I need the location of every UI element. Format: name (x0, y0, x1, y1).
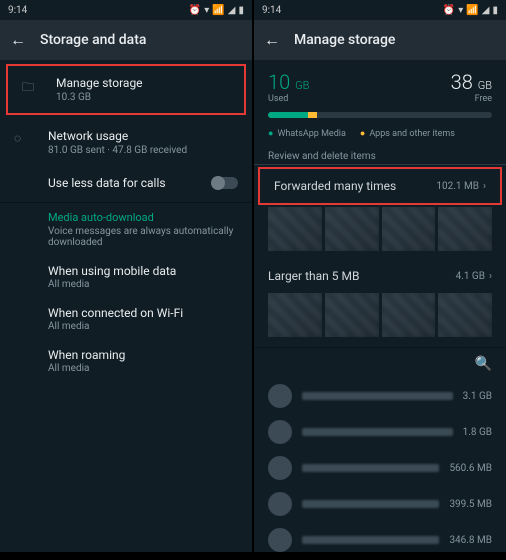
mobile-sub: All media (48, 279, 238, 290)
app-bar: ← Storage and data (0, 20, 252, 60)
less-data-row[interactable]: Use less data for calls (0, 166, 252, 200)
avatar (268, 492, 292, 516)
less-data-toggle[interactable] (212, 177, 238, 189)
status-time: 9:14 (8, 5, 27, 16)
used-label: Used (268, 94, 309, 104)
storage-legend: WhatsApp Media Apps and other items (254, 126, 506, 147)
chevron-right-icon: › (483, 181, 486, 192)
legend-media: WhatsApp Media (268, 128, 346, 139)
chat-row[interactable]: 560.6 MB (254, 450, 506, 486)
search-row: 🔍 (254, 350, 506, 378)
thumbnail[interactable] (268, 293, 322, 337)
status-bar: 9:14 ⏰▾📶◢▮ (254, 0, 506, 20)
chat-size: 346.8 MB (449, 535, 492, 546)
spacer (14, 182, 32, 184)
network-usage-label: Network usage (48, 129, 238, 143)
larger-label: Larger than 5 MB (268, 269, 359, 283)
avatar (268, 384, 292, 408)
chat-size: 399.5 MB (449, 499, 492, 510)
storage-summary: 10 GB Used 38 GB Free (254, 60, 506, 108)
thumbnail[interactable] (438, 293, 492, 337)
review-header: Review and delete items (254, 147, 506, 165)
less-data-label: Use less data for calls (48, 176, 196, 190)
forwarded-thumbnails[interactable] (254, 207, 506, 259)
status-icons: ⏰▾📶◢▮ (440, 5, 498, 16)
chat-row[interactable]: 1.8 GB (254, 414, 506, 450)
search-icon[interactable]: 🔍 (475, 356, 492, 372)
thumbnail[interactable] (438, 207, 492, 251)
folder-icon: 🗀 (22, 76, 40, 99)
storage-bar (268, 112, 492, 118)
forwarded-many-times-row[interactable]: Forwarded many times 102.1 MB › (258, 167, 502, 205)
status-icons: ⏰▾📶◢▮ (186, 5, 244, 16)
roaming-label: When roaming (48, 348, 238, 362)
status-time: 9:14 (262, 5, 281, 16)
thumbnail[interactable] (325, 207, 379, 251)
chat-name-blurred (302, 536, 439, 544)
larger-thumbnails[interactable] (254, 293, 506, 345)
appbar-title: Storage and data (40, 32, 146, 48)
storage-and-data-screen: 9:14 ⏰▾📶◢▮ ← Storage and data 🗀 Manage s… (0, 0, 252, 560)
thumbnail[interactable] (268, 207, 322, 251)
avatar (268, 420, 292, 444)
app-bar: ← Manage storage (254, 20, 506, 60)
storage-bar-media (268, 112, 308, 118)
roaming-sub: All media (48, 363, 238, 374)
chat-name-blurred (302, 464, 439, 472)
mobile-label: When using mobile data (48, 264, 238, 278)
forwarded-label: Forwarded many times (274, 179, 396, 193)
chevron-right-icon: › (489, 271, 492, 282)
chat-size: 1.8 GB (463, 427, 492, 438)
chat-row[interactable]: 3.1 GB (254, 378, 506, 414)
wifi-sub: All media (48, 321, 238, 332)
chat-name-blurred (302, 392, 453, 400)
free-label: Free (451, 94, 492, 104)
chat-name-blurred (302, 500, 439, 508)
chat-name-blurred (302, 428, 453, 436)
thumbnail[interactable] (325, 293, 379, 337)
back-icon[interactable]: ← (10, 30, 26, 50)
storage-bar-other (308, 112, 317, 118)
avatar (268, 528, 292, 552)
chat-row[interactable]: 399.5 MB (254, 486, 506, 522)
manage-storage-size: 10.3 GB (56, 92, 230, 103)
thumbnail[interactable] (382, 293, 436, 337)
chat-size: 560.6 MB (449, 463, 492, 474)
roaming-row[interactable]: When roaming All media (0, 340, 252, 382)
thumbnail[interactable] (382, 207, 436, 251)
auto-download-title: Media auto-download (0, 205, 252, 226)
legend-other: Apps and other items (360, 128, 455, 139)
free-number: 38 GB (451, 70, 492, 94)
network-usage-sub: 81.0 GB sent · 47.8 GB received (48, 145, 238, 156)
avatar (268, 456, 292, 480)
manage-storage-row[interactable]: 🗀 Manage storage 10.3 GB (6, 64, 246, 115)
larger-than-5mb-row[interactable]: Larger than 5 MB 4.1 GB › (254, 259, 506, 293)
mobile-data-row[interactable]: When using mobile data All media (0, 256, 252, 298)
chat-size: 3.1 GB (463, 391, 492, 402)
forwarded-size: 102.1 MB (436, 181, 479, 192)
manage-storage-label: Manage storage (56, 76, 230, 90)
network-usage-row[interactable]: ◌ Network usage 81.0 GB sent · 47.8 GB r… (0, 119, 252, 166)
wifi-label: When connected on Wi-Fi (48, 306, 238, 320)
data-usage-icon: ◌ (14, 129, 32, 145)
larger-size: 4.1 GB (456, 271, 485, 282)
auto-download-sub: Voice messages are always automatically … (0, 226, 252, 256)
wifi-row[interactable]: When connected on Wi-Fi All media (0, 298, 252, 340)
used-number: 10 GB (268, 70, 309, 94)
back-icon[interactable]: ← (264, 30, 280, 50)
appbar-title: Manage storage (294, 32, 395, 48)
status-bar: 9:14 ⏰▾📶◢▮ (0, 0, 252, 20)
manage-storage-screen: 9:14 ⏰▾📶◢▮ ← Manage storage 10 GB Used 3… (254, 0, 506, 560)
